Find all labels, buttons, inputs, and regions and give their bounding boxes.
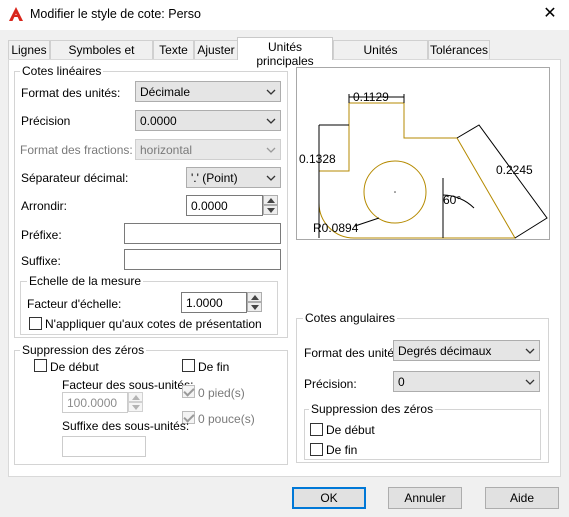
close-icon[interactable]: ✕ [539,4,561,24]
suffix-label: Suffixe: [21,254,61,268]
angular-group-title: Cotes angulaires [303,311,398,325]
fraction-format-label: Format des fractions: [20,143,133,157]
tab-unites-alternatives[interactable]: Unités alternatives [333,40,428,71]
tab-tolerances[interactable]: Tolérances [428,40,490,59]
zero-suppression-title: Suppression des zéros [20,343,147,357]
leading-zero-checkbox[interactable] [34,359,47,372]
cancel-button[interactable]: Annuler [388,487,462,509]
trailing-zero-label: De fin [198,360,230,374]
decimal-separator-select[interactable]: '.' (Point) [186,167,281,188]
chevron-down-icon [525,348,535,354]
help-button[interactable]: Aide [485,487,559,509]
sub-units-suffix-label: Suffixe des sous-unités: [62,419,190,433]
spin-up-icon[interactable] [263,195,278,205]
tab-symboles-fleches[interactable]: Symboles et flèches [50,40,153,71]
preview-radius: R0.0894 [313,221,359,235]
unit-format-label: Format des unités: [21,86,121,100]
decimal-separator-label: Séparateur décimal: [21,171,129,185]
round-off-spinner[interactable] [263,195,278,216]
fraction-format-value: horizontal [140,143,193,157]
layout-only-label: N'appliquer qu'aux cotes de présentation [45,317,262,331]
window-title: Modifier le style de cote: Perso [30,7,201,21]
scale-factor-input[interactable]: 1.0000 [181,292,247,313]
leading-zero-label: De début [50,360,99,374]
preview-dim-left: 0.1328 [299,152,336,166]
tab-lignes[interactable]: Lignes [8,40,50,59]
spin-down-icon[interactable] [247,302,262,312]
fraction-format-select: horizontal [135,139,281,160]
precision-label: Précision [21,114,71,128]
inches-label: 0 pouce(s) [198,412,255,426]
angular-precision-value: 0 [398,375,405,389]
angular-precision-label: Précision: [304,377,357,391]
preview-dim-top: 0.1129 [353,90,389,104]
feet-checkbox [182,385,195,398]
suffix-input[interactable] [124,249,281,270]
spin-down-icon[interactable] [263,205,278,215]
decimal-separator-value: '.' (Point) [191,171,238,185]
tab-texte[interactable]: Texte [153,40,194,59]
spin-down-icon [128,402,143,412]
angular-zero-suppression-title: Suppression des zéros [309,402,436,416]
angular-leading-zero-checkbox[interactable] [310,423,323,436]
sub-units-factor-label: Facteur des sous-unités: [62,378,194,392]
angular-trailing-zero-checkbox[interactable] [310,443,323,456]
spin-up-icon[interactable] [247,292,262,302]
chevron-down-icon [266,147,276,153]
chevron-down-icon [266,89,276,95]
preview-angle: 60° [443,193,461,207]
angular-trailing-zero-label: De fin [326,443,358,457]
angular-format-select[interactable]: Degrés décimaux [393,340,540,361]
sub-units-factor-spinner [128,392,143,413]
round-off-value: 0.0000 [191,199,228,213]
feet-label: 0 pied(s) [198,386,245,400]
angular-format-label: Format des unités: [304,346,404,360]
spin-up-icon [128,392,143,402]
ok-button[interactable]: OK [292,487,366,509]
chevron-down-icon [525,379,535,385]
chevron-down-icon [266,175,276,181]
unit-format-value: Décimale [140,85,191,99]
tab-unites-principales[interactable]: Unités principales [237,37,333,68]
linear-group-title: Cotes linéaires [20,64,104,78]
round-off-label: Arrondir: [21,199,68,213]
scale-factor-label: Facteur d'échelle: [27,297,122,311]
unit-format-select[interactable]: Décimale [135,81,281,102]
precision-value: 0.0000 [140,114,177,128]
dimension-preview: 0.1129 0.1328 0.2245 60° R0.0894 [296,67,550,240]
scale-factor-spinner[interactable] [247,292,262,313]
precision-select[interactable]: 0.0000 [135,110,281,131]
angular-format-value: Degrés décimaux [398,344,492,358]
trailing-zero-checkbox[interactable] [182,359,195,372]
tab-ajuster[interactable]: Ajuster [194,40,238,59]
round-off-input[interactable]: 0.0000 [186,195,263,216]
scale-group-title: Echelle de la mesure [27,274,144,288]
preview-dim-right: 0.2245 [496,163,533,177]
sub-units-suffix-input [62,436,146,457]
sub-units-factor-input: 100.0000 [62,392,128,413]
prefix-label: Préfixe: [21,228,62,242]
chevron-down-icon [266,118,276,124]
prefix-input[interactable] [124,223,281,244]
layout-only-checkbox[interactable] [29,317,42,330]
sub-units-factor-value: 100.0000 [67,396,118,410]
angular-leading-zero-label: De début [326,423,375,437]
preview-drawing: 0.1129 0.1328 0.2245 60° R0.0894 [299,90,548,239]
angular-precision-select[interactable]: 0 [393,371,540,392]
autocad-app-icon [8,6,24,22]
preview-center-mark [394,191,396,193]
scale-factor-value: 1.0000 [186,296,223,310]
